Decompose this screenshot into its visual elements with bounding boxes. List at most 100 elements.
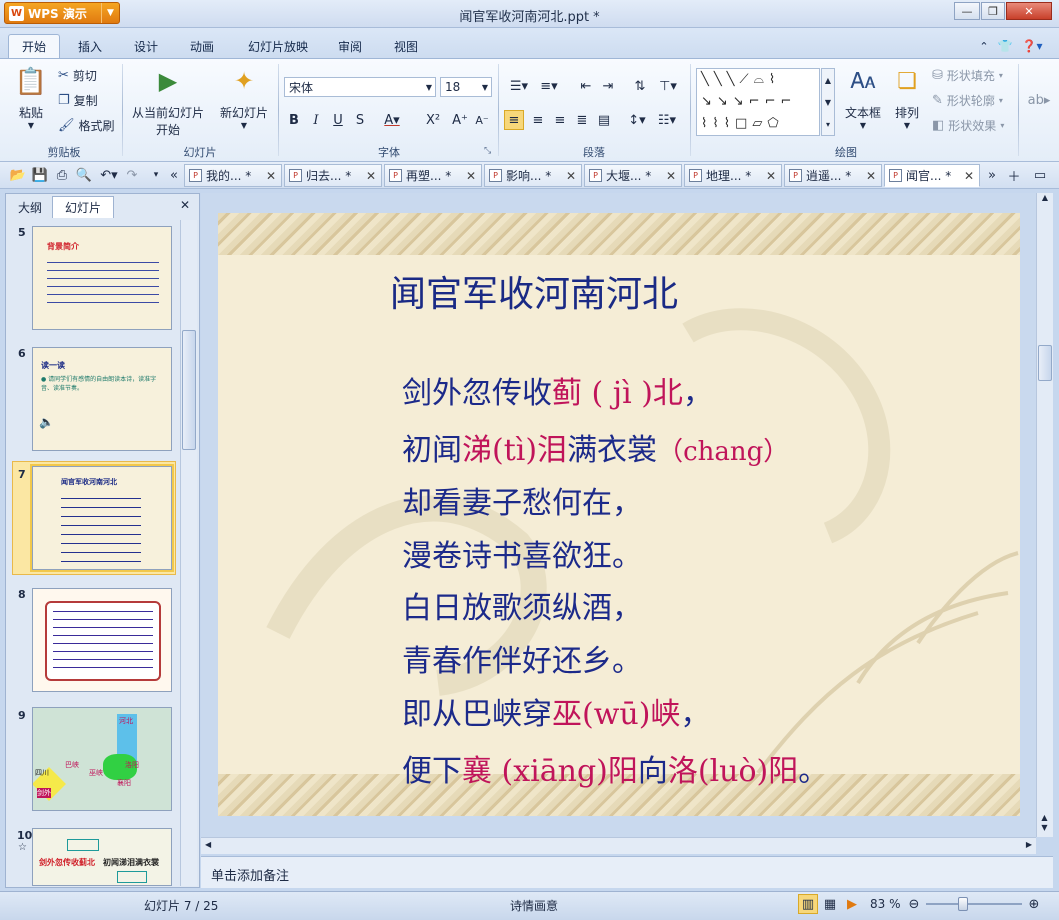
close-button[interactable]: ✕ bbox=[1006, 2, 1052, 20]
chevron-up-icon[interactable]: ▲ bbox=[1037, 193, 1053, 209]
slide-thumbnail[interactable] bbox=[32, 588, 172, 692]
poem-line[interactable]: 漫卷诗书喜欲狂。 bbox=[402, 531, 642, 575]
close-icon[interactable]: ✕ bbox=[766, 169, 776, 183]
close-icon[interactable]: ✕ bbox=[180, 198, 190, 212]
align-center-button[interactable]: ≡ bbox=[528, 110, 548, 130]
customize-toolbar-icon[interactable]: ▾ bbox=[146, 165, 166, 185]
zoom-slider[interactable] bbox=[926, 903, 1022, 905]
shape-outline-button[interactable]: ✎ 形状轮廓 ▾ bbox=[932, 92, 1003, 109]
slide-thumbnail[interactable]: 剑外忽传收蓟北 初闻涕泪满衣裳 bbox=[32, 828, 172, 886]
doc-tab[interactable]: P 归去... * ✕ bbox=[284, 164, 382, 187]
tab-review[interactable]: 审阅 bbox=[328, 34, 372, 58]
tabs-scroll-right-icon[interactable]: » bbox=[982, 165, 1002, 185]
redo-icon[interactable]: ↷ bbox=[122, 165, 142, 185]
format-painter-button[interactable]: 🖌 格式刷 bbox=[58, 117, 115, 134]
thumbnails-scrollbar[interactable] bbox=[180, 220, 197, 886]
paragraph-spacing-button[interactable]: ☷▾ bbox=[654, 110, 680, 130]
close-icon[interactable]: ✕ bbox=[466, 169, 476, 183]
font-size-select[interactable]: 18 ▼ bbox=[440, 77, 492, 97]
grow-font-button[interactable]: A⁺ bbox=[450, 110, 470, 130]
doc-tab-active[interactable]: P 闻官... * ✕ bbox=[884, 164, 980, 187]
tab-animation[interactable]: 动画 bbox=[178, 34, 226, 58]
print-icon[interactable]: ⎙ bbox=[52, 165, 72, 185]
tab-insert[interactable]: 插入 bbox=[66, 34, 114, 58]
increase-indent-button[interactable]: ⇥ bbox=[598, 76, 618, 96]
arrange-button[interactable]: ❏ 排列 ▼ bbox=[888, 64, 926, 140]
close-icon[interactable]: ✕ bbox=[666, 169, 676, 183]
save-icon[interactable]: 💾 bbox=[30, 165, 50, 185]
textbox-button[interactable]: 🗛 文本框 ▼ bbox=[840, 64, 886, 140]
doc-tab[interactable]: P 逍遥... * ✕ bbox=[784, 164, 882, 187]
shadow-button[interactable]: S bbox=[350, 110, 370, 130]
normal-view-icon[interactable]: ▥ bbox=[798, 894, 818, 914]
new-tab-icon[interactable]: ＋ bbox=[1004, 165, 1024, 185]
minimize-button[interactable]: — bbox=[954, 2, 980, 20]
poem-line[interactable]: 却看妻子愁何在， bbox=[402, 478, 642, 522]
distribute-button[interactable]: ▤ bbox=[594, 110, 614, 130]
slide-thumbnail[interactable]: 读一读 ● 请同学们有感情的自由朗读本诗，读准字音、读准节奏。 🔈 bbox=[32, 347, 172, 451]
bold-button[interactable]: B bbox=[284, 110, 304, 130]
underline-button[interactable]: U bbox=[328, 110, 348, 130]
page-nav-icon[interactable]: ▲ ▼ bbox=[1037, 813, 1052, 833]
close-icon[interactable]: ✕ bbox=[566, 169, 576, 183]
tab-slides[interactable]: 幻灯片 bbox=[52, 196, 114, 218]
doc-tab[interactable]: P 再塑... * ✕ bbox=[384, 164, 482, 187]
doc-tab[interactable]: P 地理... * ✕ bbox=[684, 164, 782, 187]
poem-line[interactable]: 便下襄 (xiāng)阳向洛(luò)阳。 bbox=[402, 746, 828, 790]
chevron-left-icon[interactable]: ◀ bbox=[205, 840, 211, 849]
shrink-font-button[interactable]: A⁻ bbox=[472, 110, 492, 130]
superscript-button[interactable]: X² bbox=[420, 110, 446, 130]
italic-button[interactable]: I bbox=[306, 110, 326, 130]
play-from-current-button[interactable]: ▶ 从当前幻灯片 开始 bbox=[128, 64, 208, 140]
chevron-up-icon[interactable]: ⌃ bbox=[976, 34, 992, 58]
poem-line[interactable]: 白日放歌须纵酒， bbox=[402, 583, 642, 627]
tab-outline[interactable]: 大纲 bbox=[8, 196, 52, 218]
open-folder-icon[interactable]: 📂 bbox=[8, 165, 28, 185]
align-right-button[interactable]: ≡ bbox=[550, 110, 570, 130]
slide-thumbnail-selected[interactable]: 闻官军收河南河北 bbox=[30, 464, 174, 572]
copy-button[interactable]: ❐ 复制 bbox=[58, 92, 98, 109]
justify-button[interactable]: ≣ bbox=[572, 110, 592, 130]
paste-button[interactable]: 📋 粘贴 ▼ bbox=[14, 64, 54, 134]
decrease-indent-button[interactable]: ⇤ bbox=[576, 76, 596, 96]
shape-fill-button[interactable]: ⛁ 形状填充 ▾ bbox=[932, 67, 1003, 84]
slide-thumbnail-map[interactable]: 河北 四川 剑外 巴峡 巫峡 洛阳 襄阳 bbox=[32, 707, 172, 811]
poem-line[interactable]: 剑外忽传收蓟 ( jì )北， bbox=[402, 368, 713, 412]
new-slide-button[interactable]: ✦ 新幻灯片 ▼ bbox=[216, 64, 272, 140]
shapes-gallery[interactable]: ╲╲╲⟋⌓⌇ ↘↘↘⌐⌐⌐ ⌇⌇⌇□▱⬠ bbox=[696, 68, 820, 136]
shape-effect-button[interactable]: ◧ 形状效果 ▾ bbox=[932, 117, 1004, 134]
help-icon[interactable]: ❓▾ bbox=[1018, 34, 1046, 58]
slide-thumbnail[interactable]: 背景简介 bbox=[32, 226, 172, 330]
close-icon[interactable]: ✕ bbox=[266, 169, 276, 183]
poem-line[interactable]: 青春作伴好还乡。 bbox=[402, 636, 642, 680]
slide-title[interactable]: 闻官军收河南河北 bbox=[390, 265, 678, 317]
scrollbar-thumb[interactable] bbox=[182, 330, 196, 450]
slide-sorter-icon[interactable]: ▦ bbox=[820, 894, 840, 914]
numbering-button[interactable]: ≡▾ bbox=[536, 76, 562, 96]
gallery-scroll[interactable]: ▲ ▼ ▾ bbox=[821, 68, 835, 136]
close-icon[interactable]: ✕ bbox=[964, 169, 974, 183]
poem-line[interactable]: 即从巴峡穿巫(wū)峡， bbox=[402, 689, 710, 733]
poem-line[interactable]: 初闻涕(tì)泪满衣裳（chang） bbox=[402, 425, 789, 469]
more-options-button[interactable]: ab▸ bbox=[1026, 90, 1052, 110]
tab-view[interactable]: 视图 bbox=[384, 34, 428, 58]
align-left-button[interactable]: ≡ bbox=[504, 110, 524, 130]
scrollbar-thumb[interactable] bbox=[1038, 345, 1052, 381]
zoom-in-icon[interactable]: ⊕ bbox=[1024, 894, 1044, 914]
align-text-button[interactable]: ⊤▾ bbox=[654, 76, 682, 96]
bullets-button[interactable]: ☰▾ bbox=[506, 76, 532, 96]
skin-icon[interactable]: 👕 bbox=[996, 34, 1014, 58]
tab-list-icon[interactable]: ▭ bbox=[1030, 165, 1050, 185]
cut-button[interactable]: ✂ 剪切 bbox=[58, 67, 97, 84]
close-icon[interactable]: ✕ bbox=[866, 169, 876, 183]
zoom-slider-handle[interactable] bbox=[958, 897, 968, 911]
dialog-launcher-icon[interactable]: ⤡ bbox=[484, 146, 491, 156]
font-color-button[interactable]: A▾ bbox=[378, 110, 406, 130]
doc-tab[interactable]: P 我的... * ✕ bbox=[184, 164, 282, 187]
tab-home[interactable]: 开始 bbox=[8, 34, 60, 58]
slide-horizontal-scrollbar[interactable]: ◀ ▶ bbox=[201, 837, 1036, 854]
doc-tab[interactable]: P 大堰... * ✕ bbox=[584, 164, 682, 187]
slideshow-icon[interactable]: ▶ bbox=[842, 894, 862, 914]
text-direction-button[interactable]: ⇅ bbox=[630, 76, 650, 96]
tabs-scroll-left-icon[interactable]: « bbox=[164, 165, 184, 185]
